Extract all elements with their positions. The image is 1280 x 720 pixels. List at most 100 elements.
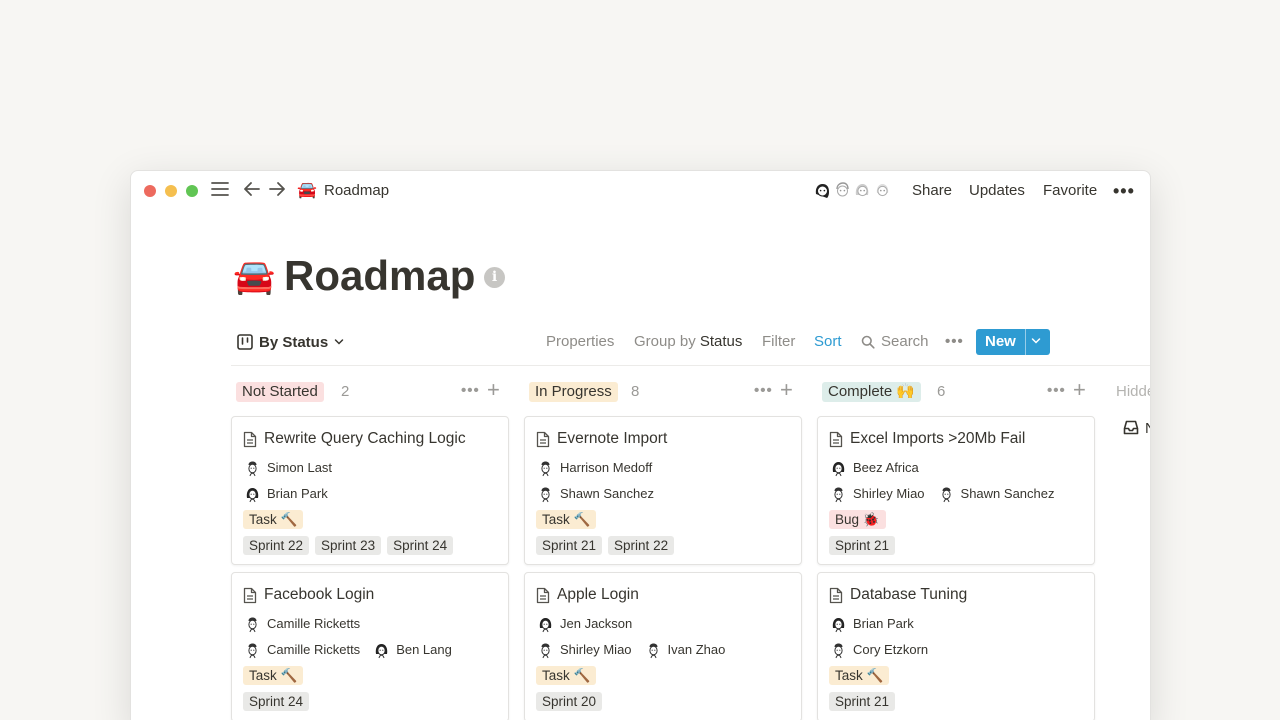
info-icon[interactable]: i bbox=[484, 267, 505, 288]
sprint-tag[interactable]: Sprint 21 bbox=[536, 536, 603, 555]
type-tag[interactable]: Bug 🐞 bbox=[829, 510, 886, 529]
board-card[interactable]: Apple Login Jen Jackson Shirley Miao Ivan Z… bbox=[524, 572, 802, 720]
updates-button[interactable]: Updates bbox=[969, 181, 1025, 201]
column-add-icon[interactable]: + bbox=[1073, 379, 1086, 401]
sprint-tag[interactable]: Sprint 24 bbox=[387, 536, 454, 555]
card-person-row: Camille Ricketts Ben Lang bbox=[245, 641, 466, 659]
person-name: Camille Ricketts bbox=[267, 616, 361, 631]
page-title[interactable]: Roadmap bbox=[284, 251, 475, 301]
person-name: Simon Last bbox=[267, 460, 333, 475]
person-chip[interactable]: Harrison Medoff bbox=[538, 459, 652, 477]
column-header-in-progress: In Progress 8 ••• + bbox=[524, 379, 794, 403]
minimize-window-button[interactable] bbox=[165, 185, 177, 197]
toolbar-more-button[interactable]: ••• bbox=[945, 332, 964, 352]
person-chip[interactable]: Simon Last bbox=[245, 459, 332, 477]
sprint-tag[interactable]: Sprint 22 bbox=[243, 536, 310, 555]
person-chip[interactable]: Camille Ricketts bbox=[245, 615, 360, 633]
person-name: Shawn Sanchez bbox=[960, 486, 1055, 501]
card-person-row: Cory Etzkorn bbox=[831, 641, 942, 659]
person-avatar-icon bbox=[832, 461, 845, 476]
column-more-button[interactable]: ••• bbox=[461, 381, 480, 401]
person-chip[interactable]: Shirley Miao bbox=[831, 485, 925, 503]
person-chip[interactable]: Ben Lang bbox=[374, 641, 452, 659]
favorite-button[interactable]: Favorite bbox=[1043, 181, 1097, 201]
column-add-icon[interactable]: + bbox=[487, 379, 500, 401]
new-button[interactable]: New bbox=[976, 329, 1050, 355]
person-chip[interactable]: Cory Etzkorn bbox=[831, 641, 928, 659]
person-avatar-icon bbox=[834, 487, 843, 502]
type-tag[interactable]: Task 🔨 bbox=[829, 666, 890, 685]
sprint-tag[interactable]: Sprint 24 bbox=[243, 692, 310, 711]
hidden-column-header[interactable]: Hidden bbox=[1116, 382, 1150, 402]
column-add-icon[interactable]: + bbox=[780, 379, 793, 401]
person-chip[interactable]: Shirley Miao bbox=[538, 641, 632, 659]
zoom-window-button[interactable] bbox=[186, 185, 198, 197]
type-tag[interactable]: Task 🔨 bbox=[243, 666, 304, 685]
card-person-row: Shawn Sanchez bbox=[538, 485, 668, 503]
page-icon bbox=[829, 431, 843, 447]
person-avatar-icon bbox=[541, 461, 550, 476]
board-card[interactable]: Facebook Login Camille Ricketts Camille Ri… bbox=[231, 572, 509, 720]
type-tag[interactable]: Task 🔨 bbox=[536, 510, 597, 529]
view-selector[interactable]: By Status bbox=[237, 331, 344, 353]
filter-button[interactable]: Filter bbox=[762, 332, 795, 352]
sidebar-menu-icon[interactable] bbox=[209, 181, 231, 201]
board-card[interactable]: Rewrite Query Caching Logic Simon Last Bri… bbox=[231, 416, 509, 565]
avatar[interactable] bbox=[871, 179, 895, 203]
sprint-tag[interactable]: Sprint 21 bbox=[829, 692, 896, 711]
type-tag[interactable]: Task 🔨 bbox=[536, 666, 597, 685]
sort-button[interactable]: Sort bbox=[814, 332, 842, 352]
card-type-row: Task 🔨 bbox=[243, 510, 304, 529]
board-card[interactable]: Excel Imports >20Mb Fail Beez Africa Shirl… bbox=[817, 416, 1095, 565]
column-more-button[interactable]: ••• bbox=[1047, 381, 1066, 401]
sprint-tag[interactable]: Sprint 20 bbox=[536, 692, 603, 711]
toolbar-divider bbox=[231, 365, 1150, 366]
status-pill[interactable]: In Progress bbox=[529, 382, 618, 402]
card-person-row: Beez Africa bbox=[831, 459, 933, 477]
share-button[interactable]: Share bbox=[912, 181, 952, 201]
person-chip[interactable]: Brian Park bbox=[831, 615, 914, 633]
sprint-tag[interactable]: Sprint 22 bbox=[608, 536, 675, 555]
more-options-button[interactable]: ••• bbox=[1113, 181, 1135, 201]
person-name: Jen Jackson bbox=[560, 616, 633, 631]
group-by-button[interactable]: Group by Status bbox=[634, 332, 742, 352]
page-icon bbox=[243, 587, 257, 603]
close-window-button[interactable] bbox=[144, 185, 156, 197]
person-name: Cory Etzkorn bbox=[853, 642, 929, 657]
page-car-emoji[interactable]: 🚘 bbox=[233, 257, 275, 297]
column-count: 2 bbox=[341, 383, 350, 400]
person-avatar-icon bbox=[248, 643, 257, 658]
board-card[interactable]: Database Tuning Brian Park Cory Etzkorn Tas… bbox=[817, 572, 1095, 720]
card-person-row: Camille Ricketts bbox=[245, 615, 374, 633]
person-avatar-icon bbox=[539, 617, 552, 632]
board-card[interactable]: Evernote Import Harrison Medoff Shawn Sanc… bbox=[524, 416, 802, 565]
person-chip[interactable]: Ivan Zhao bbox=[646, 641, 725, 659]
person-name: Shawn Sanchez bbox=[560, 486, 654, 501]
type-tag[interactable]: Task 🔨 bbox=[243, 510, 304, 529]
person-avatar-icon bbox=[541, 487, 550, 502]
column-more-button[interactable]: ••• bbox=[754, 381, 773, 401]
person-avatar-icon bbox=[941, 487, 951, 502]
back-arrow-icon[interactable] bbox=[241, 181, 263, 201]
status-pill[interactable]: Not Started bbox=[236, 382, 324, 402]
properties-button[interactable]: Properties bbox=[546, 332, 614, 352]
sprint-tag[interactable]: Sprint 23 bbox=[315, 536, 382, 555]
sprint-tag[interactable]: Sprint 21 bbox=[829, 536, 896, 555]
person-chip[interactable]: Shawn Sanchez bbox=[538, 485, 654, 503]
new-dropdown-chevron-icon[interactable] bbox=[1031, 332, 1041, 352]
status-pill[interactable]: Complete 🙌 bbox=[822, 382, 922, 402]
collaborator-avatars[interactable] bbox=[811, 179, 897, 203]
person-chip[interactable]: Shawn Sanchez bbox=[939, 485, 1055, 503]
search-button[interactable]: Search bbox=[861, 332, 929, 352]
breadcrumb-car-emoji[interactable]: 🚘 bbox=[297, 181, 317, 201]
breadcrumb-title[interactable]: Roadmap bbox=[324, 181, 389, 201]
person-chip[interactable]: Jen Jackson bbox=[538, 615, 632, 633]
hidden-column-item[interactable]: N bbox=[1123, 419, 1150, 439]
card-type-row: Task 🔨 bbox=[536, 510, 597, 529]
person-chip[interactable]: Brian Park bbox=[245, 485, 328, 503]
person-chip[interactable]: Camille Ricketts bbox=[245, 641, 360, 659]
person-chip[interactable]: Beez Africa bbox=[831, 459, 919, 477]
card-type-row: Task 🔨 bbox=[243, 666, 304, 685]
forward-arrow-icon[interactable] bbox=[266, 181, 288, 201]
card-person-row: Shirley Miao Ivan Zhao bbox=[538, 641, 739, 659]
